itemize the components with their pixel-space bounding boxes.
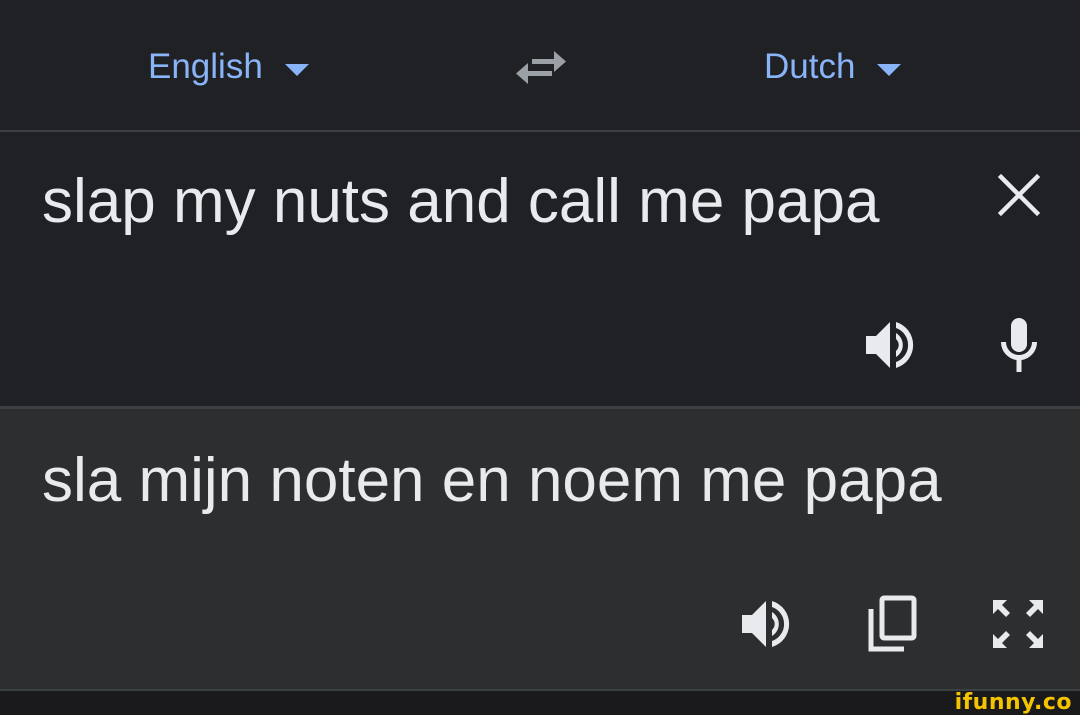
- clear-input-button[interactable]: [996, 172, 1042, 218]
- output-panel: sla mijn noten en noem me papa: [0, 409, 1080, 689]
- fullscreen-button[interactable]: [990, 597, 1046, 651]
- copy-icon: [868, 595, 917, 652]
- translate-app: English Dutch slap my nuts and call me p…: [0, 0, 1080, 715]
- microphone-icon: [1000, 318, 1038, 372]
- watermark: ifunny.co: [954, 690, 1072, 715]
- voice-input-button[interactable]: [996, 316, 1042, 376]
- translated-text: sla mijn noten en noem me papa: [42, 446, 942, 515]
- input-panel[interactable]: slap my nuts and call me papa: [0, 132, 1080, 406]
- source-language-label: English: [148, 47, 263, 86]
- copy-translation-button[interactable]: [866, 595, 918, 653]
- source-language-button[interactable]: English: [148, 44, 309, 90]
- target-language-label: Dutch: [764, 47, 856, 86]
- target-language-button[interactable]: Dutch: [764, 44, 902, 90]
- fullscreen-icon: [993, 600, 1043, 648]
- close-icon: [997, 173, 1041, 217]
- source-text-input[interactable]: slap my nuts and call me papa: [42, 166, 879, 237]
- swap-languages-button[interactable]: [510, 44, 572, 90]
- listen-translation-button[interactable]: [740, 597, 796, 651]
- language-bar: English Dutch: [0, 0, 1080, 130]
- speaker-icon: [866, 322, 914, 368]
- swap-arrows-icon: [516, 51, 566, 84]
- bottom-bar: [0, 689, 1080, 715]
- listen-source-button[interactable]: [864, 318, 920, 372]
- caret-down-icon: [284, 64, 309, 76]
- speaker-icon: [742, 601, 790, 647]
- caret-down-icon: [877, 64, 902, 76]
